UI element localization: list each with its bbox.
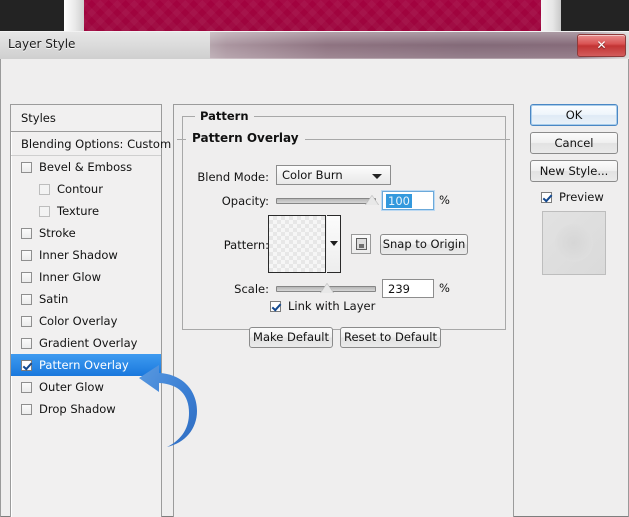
- style-item-color-overlay[interactable]: Color Overlay: [11, 310, 161, 332]
- close-icon: ✕: [596, 38, 607, 52]
- scale-slider-thumb[interactable]: [320, 283, 334, 293]
- scale-input[interactable]: 239: [382, 279, 434, 298]
- layer-style-dialog: Layer Style ✕ Styles Blending Options: C…: [0, 31, 629, 517]
- styles-list: Bevel & Emboss Contour Texture Stroke Inner …: [11, 156, 161, 420]
- opacity-value: 100: [386, 194, 412, 208]
- style-item-inner-glow[interactable]: Inner Glow: [11, 266, 161, 288]
- checkbox-icon[interactable]: [21, 337, 32, 349]
- ok-button[interactable]: OK: [530, 104, 618, 126]
- style-item-label: Gradient Overlay: [39, 336, 138, 350]
- close-button[interactable]: ✕: [577, 34, 626, 57]
- blend-mode-label: Blend Mode:: [197, 170, 269, 184]
- chevron-down-icon: [372, 174, 382, 179]
- styles-panel-header: Styles: [11, 105, 161, 132]
- checkbox-icon[interactable]: [21, 227, 32, 239]
- new-style-button[interactable]: New Style...: [530, 160, 618, 182]
- opacity-slider-track[interactable]: [276, 198, 376, 204]
- checkbox-icon[interactable]: [21, 403, 32, 415]
- style-item-label: Stroke: [39, 226, 76, 240]
- checkbox-icon[interactable]: [39, 183, 50, 195]
- checkbox-icon[interactable]: [21, 359, 32, 371]
- style-item-drop-shadow[interactable]: Drop Shadow: [11, 398, 161, 420]
- style-item-satin[interactable]: Satin: [11, 288, 161, 310]
- style-item-outer-glow[interactable]: Outer Glow: [11, 376, 161, 398]
- checkbox-icon[interactable]: [21, 271, 32, 283]
- style-item-inner-shadow[interactable]: Inner Shadow: [11, 244, 161, 266]
- opacity-input[interactable]: 100: [382, 191, 434, 210]
- link-with-layer-label: Link with Layer: [288, 299, 376, 313]
- style-item-texture[interactable]: Texture: [11, 200, 161, 222]
- snap-to-origin-button[interactable]: Snap to Origin: [380, 234, 468, 255]
- style-item-pattern-overlay[interactable]: Pattern Overlay: [11, 354, 161, 376]
- preview-checkbox[interactable]: Preview: [541, 190, 604, 204]
- opacity-slider-thumb[interactable]: [365, 195, 379, 205]
- pattern-group-box: Pattern: [182, 109, 506, 330]
- style-item-label: Drop Shadow: [39, 402, 116, 416]
- blend-mode-select[interactable]: Color Burn: [276, 165, 391, 185]
- new-pattern-icon: [356, 238, 367, 250]
- link-with-layer-checkbox[interactable]: Link with Layer: [270, 299, 375, 313]
- pattern-dropdown-button[interactable]: [327, 215, 341, 273]
- pattern-label: Pattern:: [223, 238, 269, 252]
- blending-options-label: Blending Options: Custom: [21, 136, 172, 151]
- blending-options-row[interactable]: Blending Options: Custom: [11, 132, 171, 156]
- titlebar: Layer Style ✕: [0, 31, 629, 59]
- checkbox-icon[interactable]: [21, 315, 32, 327]
- style-item-label: Pattern Overlay: [39, 358, 129, 372]
- opacity-label: Opacity:: [221, 194, 269, 208]
- section-title: Pattern Overlay: [186, 131, 305, 145]
- screenshot-root: Layer Style ✕ Styles Blending Options: C…: [0, 0, 629, 517]
- checkbox-icon: [541, 191, 552, 203]
- preview-thumbnail: [542, 211, 606, 275]
- checkbox-icon[interactable]: [21, 249, 32, 261]
- style-item-label: Inner Shadow: [39, 248, 118, 262]
- styles-panel: Styles Blending Options: Custom Bevel & …: [10, 104, 171, 517]
- reset-to-default-button[interactable]: Reset to Default: [340, 327, 441, 348]
- style-item-label: Contour: [57, 182, 103, 196]
- style-item-gradient-overlay[interactable]: Gradient Overlay: [11, 332, 161, 354]
- pattern-swatch[interactable]: [268, 215, 326, 273]
- checkbox-icon[interactable]: [21, 161, 32, 173]
- make-default-button[interactable]: Make Default: [249, 327, 333, 348]
- checkbox-icon[interactable]: [21, 381, 32, 393]
- style-item-contour[interactable]: Contour: [11, 178, 161, 200]
- window-title: Layer Style: [8, 37, 76, 51]
- cancel-button[interactable]: Cancel: [530, 132, 618, 154]
- scale-unit: %: [439, 281, 450, 295]
- checkbox-icon: [270, 300, 281, 312]
- style-item-label: Satin: [39, 292, 69, 306]
- style-item-label: Bevel & Emboss: [39, 160, 133, 174]
- scale-label: Scale:: [234, 282, 269, 296]
- style-item-bevel-emboss[interactable]: Bevel & Emboss: [11, 156, 161, 178]
- style-item-label: Inner Glow: [39, 270, 101, 284]
- pattern-group-legend: Pattern: [195, 109, 254, 123]
- scale-value: 239: [388, 282, 410, 296]
- opacity-unit: %: [439, 193, 450, 207]
- blend-mode-value: Color Burn: [282, 168, 343, 182]
- dialog-client-area: Styles Blending Options: Custom Bevel & …: [0, 59, 629, 517]
- preview-label: Preview: [559, 190, 604, 204]
- chevron-down-icon: [330, 241, 338, 246]
- style-item-label: Texture: [57, 204, 100, 218]
- style-item-label: Color Overlay: [39, 314, 118, 328]
- new-pattern-button[interactable]: [351, 234, 371, 254]
- style-item-label: Outer Glow: [39, 380, 104, 394]
- style-item-stroke[interactable]: Stroke: [11, 222, 161, 244]
- checkbox-icon[interactable]: [39, 205, 50, 217]
- checkbox-icon[interactable]: [21, 293, 32, 305]
